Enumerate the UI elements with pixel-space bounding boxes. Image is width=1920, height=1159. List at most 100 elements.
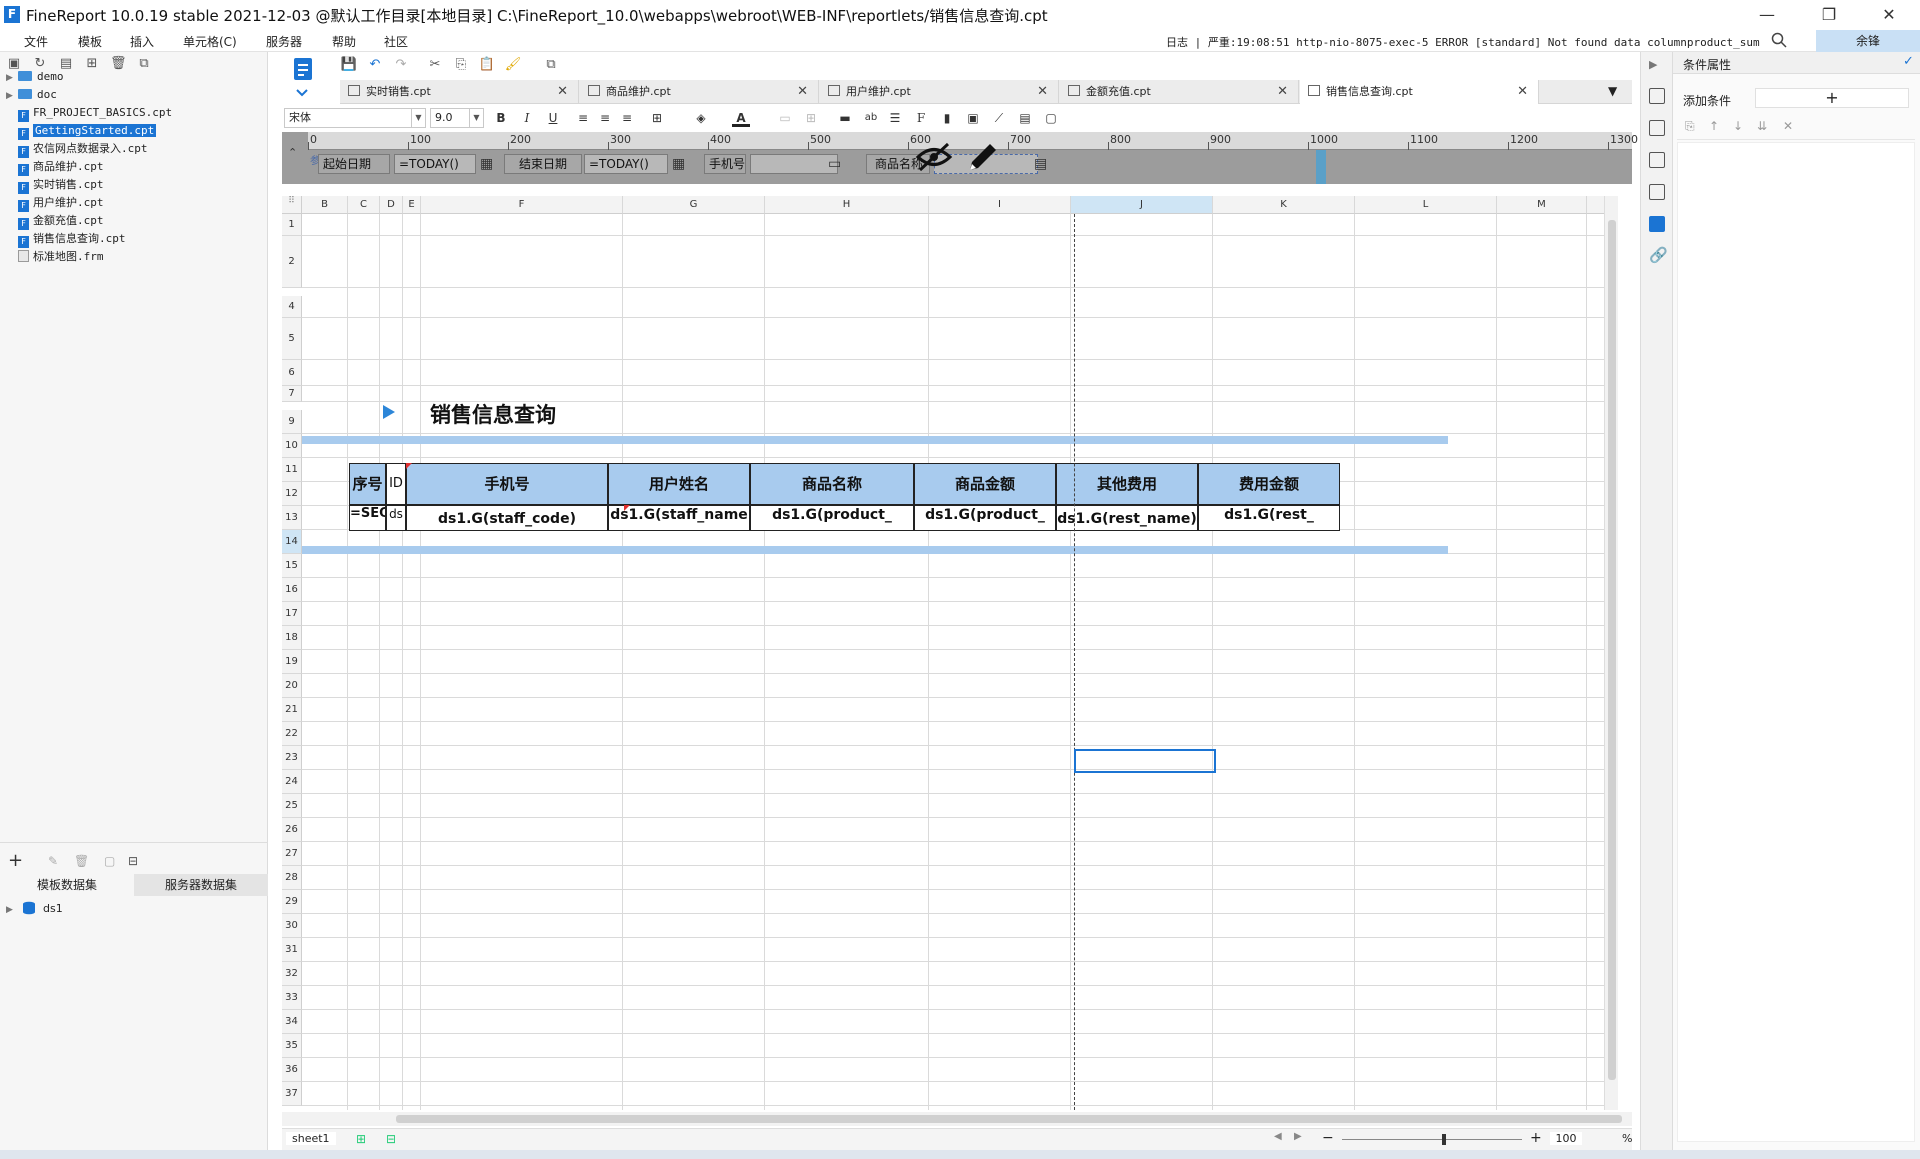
param-pane-bound[interactable] [1316, 150, 1326, 184]
row-header-10[interactable]: 10 [282, 434, 302, 458]
row-header-28[interactable]: 28 [282, 866, 302, 890]
formula-list-icon[interactable]: ☰ [886, 109, 904, 127]
tree-file[interactable]: F 农信网点数据录入.cpt [6, 140, 148, 158]
menu-file[interactable]: 文件 [24, 33, 48, 50]
header-cell-product-amount[interactable]: 商品金额 [914, 463, 1056, 505]
row-header-5[interactable]: 5 [282, 318, 302, 360]
expand-arrow-icon[interactable]: ▶ [6, 70, 18, 87]
search-icon[interactable] [1770, 31, 1788, 49]
sheet-tab[interactable]: sheet1 [286, 1132, 336, 1145]
header-cell-user-name[interactable]: 用户姓名 [608, 463, 750, 505]
expand-arrow-icon[interactable]: ▶ [6, 902, 18, 919]
row-header-33[interactable]: 33 [282, 986, 302, 1010]
add-condition-button[interactable]: + [1755, 88, 1909, 108]
collapse-right-icon[interactable]: ▶ [1649, 58, 1657, 71]
row-header-4[interactable]: 4 [282, 296, 302, 318]
row-header-26[interactable]: 26 [282, 818, 302, 842]
merge-cells-icon[interactable]: ▭ [776, 109, 794, 127]
undo-icon[interactable]: ↶ [366, 56, 384, 74]
param-start-date-input[interactable]: =TODAY() [394, 154, 476, 174]
tree-file[interactable]: F 销售信息查询.cpt [6, 230, 126, 248]
paste-icon[interactable]: 📋 [478, 56, 496, 74]
data-cell-product-amount[interactable]: ds1.G(product_ [914, 505, 1056, 531]
row-header-13[interactable]: 13 [282, 506, 302, 530]
textbox-icon[interactable]: ▭ [828, 156, 841, 172]
row-header-34[interactable]: 34 [282, 1010, 302, 1034]
close-button[interactable]: ✕ [1866, 2, 1912, 28]
column-header-i[interactable]: I [929, 196, 1071, 214]
tree-folder[interactable]: ▶ doc [6, 86, 57, 103]
horizontal-scrollbar[interactable] [282, 1112, 1632, 1126]
redo-icon[interactable]: ↷ [392, 56, 410, 74]
sort-icon[interactable]: ⇊ [1757, 119, 1767, 133]
row-header-30[interactable]: 30 [282, 914, 302, 938]
copy-condition-icon[interactable]: ⎘ [1685, 119, 1695, 134]
data-cell-id[interactable]: ds [386, 505, 406, 531]
collapse-param-icon[interactable]: ⌃ [288, 146, 297, 159]
header-cell-other-fee[interactable]: 其他费用 [1056, 463, 1198, 505]
tab-list-icon[interactable]: ▼ [1608, 84, 1617, 98]
edit-dataset-icon[interactable]: ✎ [48, 854, 58, 868]
add-report-sheet-icon[interactable]: ⊞ [356, 1132, 366, 1146]
copy-icon[interactable]: ⎘ [452, 56, 470, 74]
save-icon[interactable]: 💾 [340, 56, 358, 74]
tree-file[interactable]: 标准地图.frm [6, 248, 104, 265]
row-header-9[interactable]: 9 [282, 410, 302, 434]
column-header-g[interactable]: G [623, 196, 765, 214]
zoom-out-icon[interactable]: − [1322, 1130, 1334, 1146]
data-cell-rest-amount[interactable]: ds1.G(rest_ [1198, 505, 1340, 531]
slash-icon[interactable]: ⟋ [990, 109, 1008, 127]
data-cell-product-name[interactable]: ds1.G(product_ [750, 505, 914, 531]
column-header-c[interactable]: C [348, 196, 380, 214]
select-all-corner[interactable]: ⠿ [282, 196, 302, 214]
cell-attribute-icon[interactable] [1649, 120, 1665, 136]
selected-cell-j14[interactable] [1074, 749, 1216, 773]
close-tab-icon[interactable]: ✕ [1037, 80, 1048, 104]
widget-setting-icon[interactable] [1649, 184, 1665, 200]
zoom-slider[interactable] [1342, 1139, 1522, 1140]
column-header-l[interactable]: L [1355, 196, 1497, 214]
row-header-14[interactable]: 14 [282, 530, 302, 554]
row-header-17[interactable]: 17 [282, 602, 302, 626]
preview-dataset-icon[interactable]: ▢ [104, 854, 115, 868]
scroll-thumb[interactable] [1608, 220, 1616, 1080]
column-header-f[interactable]: F [421, 196, 623, 214]
row-header-32[interactable]: 32 [282, 962, 302, 986]
param-phone-input[interactable] [750, 154, 838, 174]
row-header-20[interactable]: 20 [282, 674, 302, 698]
header-cell-seq[interactable]: 序号 [349, 463, 386, 505]
tab-sales-query[interactable]: 销售信息查询.cpt ✕ [1300, 80, 1539, 104]
align-center-icon[interactable]: ≡ [596, 109, 614, 127]
header-cell-phone[interactable]: 手机号 [406, 463, 608, 505]
preview-icon[interactable]: ⧉ [542, 56, 560, 74]
menu-server[interactable]: 服务器 [266, 33, 302, 50]
row-header-18[interactable]: 18 [282, 626, 302, 650]
move-up-icon[interactable]: ↑ [1709, 119, 1719, 133]
column-header-k[interactable]: K [1213, 196, 1355, 214]
tree-folder[interactable]: ▶ demo [6, 68, 64, 85]
tree-file[interactable]: F 金额充值.cpt [6, 212, 104, 230]
align-right-icon[interactable]: ≡ [618, 109, 636, 127]
edit-widget-icon[interactable] [964, 140, 1000, 174]
more-insert-icon[interactable]: ▢ [1042, 109, 1060, 127]
row-header-12[interactable]: 12 [282, 482, 302, 506]
data-cell-seq[interactable]: =SEQ( [349, 505, 386, 531]
chart-icon[interactable]: ▮ [938, 109, 956, 127]
row-header-27[interactable]: 27 [282, 842, 302, 866]
combo-icon[interactable]: ▤ [1034, 156, 1047, 172]
design-mode-button[interactable] [286, 56, 318, 100]
tab-template-dataset[interactable]: 模板数据集 [0, 874, 134, 896]
formula-icon[interactable]: F [912, 109, 930, 127]
locate-icon[interactable]: ⊞ [84, 56, 100, 72]
calendar-icon[interactable]: ▦ [672, 156, 685, 172]
close-tab-icon[interactable]: ✕ [1517, 80, 1528, 104]
menu-template[interactable]: 模板 [78, 33, 102, 50]
zoom-slider-thumb[interactable] [1442, 1134, 1446, 1145]
font-size-select[interactable]: 9.0 ▼ [430, 108, 484, 128]
delete-dataset-icon[interactable]: 🗑 [74, 854, 89, 868]
delete-icon[interactable]: 🗑 [110, 56, 127, 72]
image-icon[interactable]: ▣ [964, 109, 982, 127]
param-label-start-date[interactable]: 起始日期 [318, 154, 390, 174]
menu-community[interactable]: 社区 [384, 33, 408, 50]
row-header-24[interactable]: 24 [282, 770, 302, 794]
